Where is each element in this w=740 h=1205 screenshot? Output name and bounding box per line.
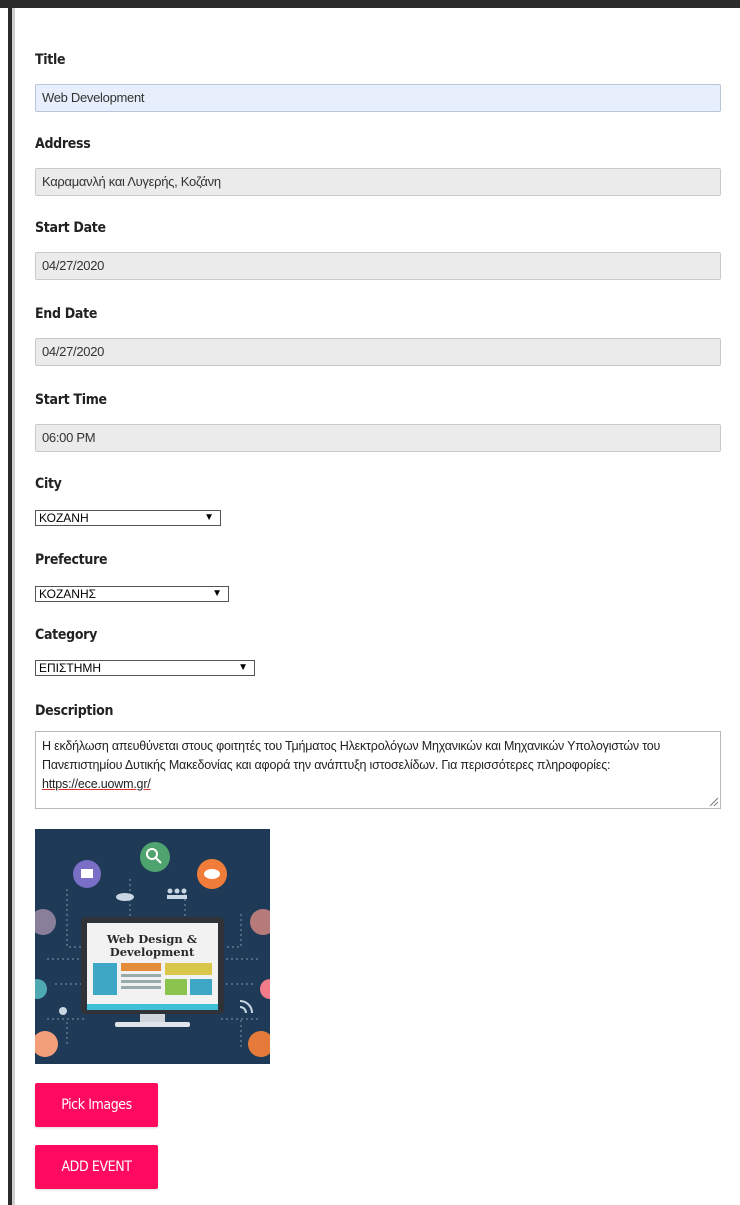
- start-date-label: Start Date: [35, 220, 106, 236]
- dropdown-arrow-icon: ▼: [204, 512, 214, 523]
- category-selected-value: ΕΠΙΣΤΗΜΗ: [39, 661, 102, 675]
- description-label: Description: [35, 703, 114, 719]
- image-caption-line2: Development: [110, 945, 195, 959]
- description-text: Η εκδήλωση απευθύνεται στους φοιτητές το…: [42, 739, 661, 772]
- prefecture-label: Prefecture: [35, 552, 108, 568]
- city-label: City: [35, 476, 62, 492]
- city-select[interactable]: ΚΟΖΑΝΗ ▼: [35, 510, 221, 526]
- event-image-preview: Web Design & Development: [27, 829, 280, 1064]
- dropdown-arrow-icon: ▼: [238, 662, 248, 673]
- end-date-label: End Date: [35, 306, 98, 322]
- prefecture-selected-value: ΚΟΖΑΝΗΣ: [39, 587, 97, 601]
- address-input[interactable]: Καραμανλή και Λυγερής, Κοζάνη: [35, 168, 721, 196]
- start-time-label: Start Time: [35, 392, 107, 408]
- prefecture-select[interactable]: ΚΟΖΑΝΗΣ ▼: [35, 586, 229, 602]
- title-input[interactable]: Web Development: [35, 84, 721, 112]
- start-date-input[interactable]: 04/27/2020: [35, 252, 721, 280]
- city-selected-value: ΚΟΖΑΝΗ: [39, 511, 89, 525]
- web-design-illustration: Web Design & Development: [27, 829, 280, 1064]
- category-label: Category: [35, 627, 98, 643]
- title-label: Title: [35, 52, 66, 68]
- end-date-input[interactable]: 04/27/2020: [35, 338, 721, 366]
- window-left-shadow: [12, 8, 15, 1205]
- address-label: Address: [35, 136, 91, 152]
- resize-handle-icon[interactable]: [708, 796, 718, 806]
- add-event-button[interactable]: ADD EVENT: [35, 1145, 158, 1189]
- description-link: https://ece.uowm.gr/: [42, 777, 151, 791]
- image-caption-line1: Web Design &: [106, 932, 198, 946]
- dropdown-arrow-icon: ▼: [212, 588, 222, 599]
- description-textarea[interactable]: Η εκδήλωση απευθύνεται στους φοιτητές το…: [35, 731, 721, 809]
- pick-images-button[interactable]: Pick Images: [35, 1083, 158, 1127]
- category-select[interactable]: ΕΠΙΣΤΗΜΗ ▼: [35, 660, 255, 676]
- start-time-input[interactable]: 06:00 PM: [35, 424, 721, 452]
- window-top-border: [0, 0, 740, 8]
